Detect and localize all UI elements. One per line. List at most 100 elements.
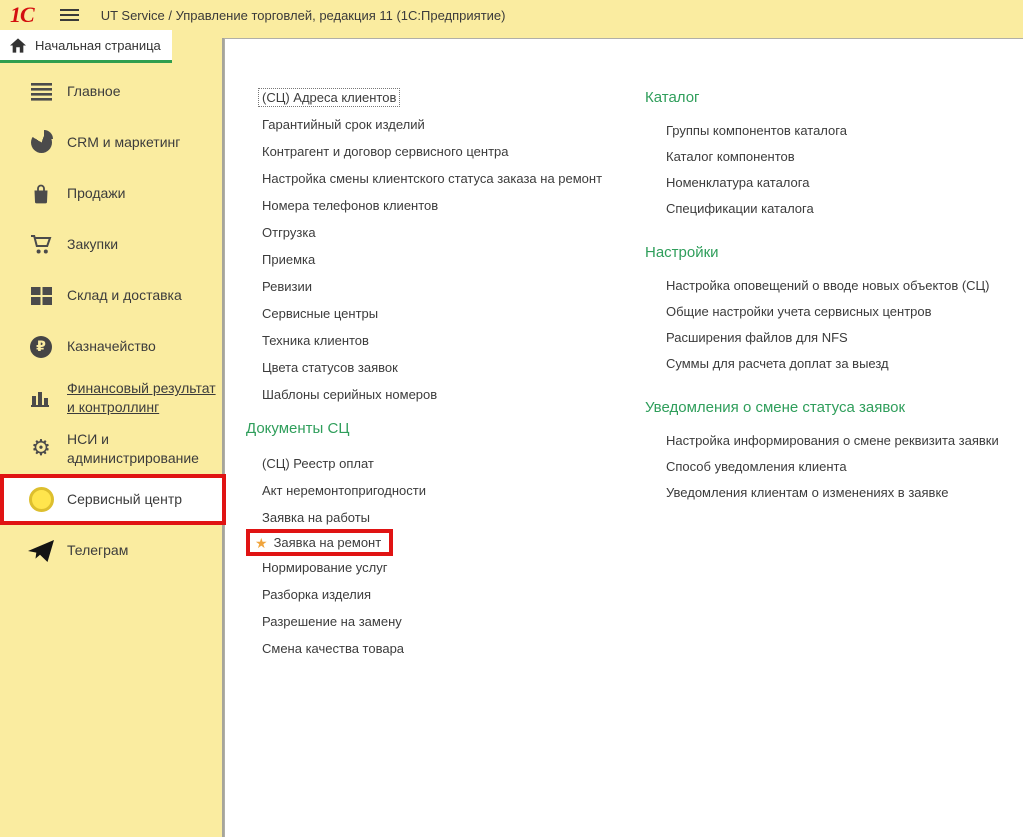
command-link-label: Настройка смены клиентского статуса зака… — [262, 171, 602, 186]
command-link-label: Номенклатура каталога — [666, 175, 809, 190]
command-link[interactable]: Цвета статусов заявок — [262, 354, 622, 381]
command-link-label: Акт неремонтопригодности — [262, 483, 426, 498]
command-link-label: Нормирование услуг — [262, 560, 387, 575]
section-header: Уведомления о смене статуса заявок — [645, 394, 1022, 421]
sidebar-item-finrez[interactable]: Финансовый результат и контроллинг — [0, 372, 222, 423]
command-link-label: Спецификации каталога — [666, 201, 814, 216]
command-link[interactable]: Номенклатура каталога — [666, 169, 1022, 195]
function-column-2: КаталогГруппы компонентов каталогаКатало… — [666, 84, 1022, 505]
sidebar-item-label: Казначейство — [67, 337, 162, 355]
ruble-circle-icon: ₽ — [28, 334, 54, 360]
command-link-label: Расширения файлов для NFS — [666, 330, 848, 345]
command-link[interactable]: Каталог компонентов — [666, 143, 1022, 169]
command-link-label: Отгрузка — [262, 225, 316, 240]
sidebar: Главное CRM и маркетинг Продажи Закупки Скла… — [0, 66, 222, 576]
pie-chart-icon — [28, 130, 54, 156]
hamburger-menu-icon[interactable] — [60, 6, 79, 24]
shopping-bag-icon — [28, 181, 54, 207]
command-link[interactable]: ★ Заявка на ремонт — [246, 529, 393, 556]
command-link[interactable]: Номера телефонов клиентов — [262, 192, 622, 219]
sidebar-item-label: Финансовый результат и контроллинг — [67, 379, 222, 415]
sidebar-divider — [222, 38, 224, 837]
command-link-label: Суммы для расчета доплат за выезд — [666, 356, 889, 371]
command-link[interactable]: Настройка информирования о смене реквизи… — [666, 427, 1022, 453]
command-link-label: Ревизии — [262, 279, 312, 294]
command-link[interactable]: Приемка — [262, 246, 622, 273]
command-link[interactable]: Контрагент и договор сервисного центра — [262, 138, 622, 165]
service-circle-icon — [28, 487, 54, 513]
command-link-label: Настройка оповещений о вводе новых объек… — [666, 278, 990, 293]
command-link-label: Общие настройки учета сервисных центров — [666, 304, 932, 319]
command-link[interactable]: Спецификации каталога — [666, 195, 1022, 221]
menu-lines-icon — [28, 79, 54, 105]
command-link[interactable]: Техника клиентов — [262, 327, 622, 354]
sidebar-item-prodazhi[interactable]: Продажи — [0, 168, 222, 219]
sidebar-item-telegram[interactable]: Телеграм — [0, 525, 222, 576]
section-header: Документы СЦ — [246, 415, 622, 442]
command-link[interactable]: Разборка изделия — [262, 581, 622, 608]
warehouse-grid-icon — [28, 283, 54, 309]
home-icon — [10, 38, 26, 53]
star-icon: ★ — [255, 536, 268, 550]
command-link-label: Контрагент и договор сервисного центра — [262, 144, 509, 159]
command-link-label: Группы компонентов каталога — [666, 123, 847, 138]
section-header: Настройки — [645, 239, 1022, 266]
command-link-label: Смена качества товара — [262, 641, 404, 656]
command-link-label: Сервисные центры — [262, 306, 378, 321]
sidebar-item-label: Закупки — [67, 235, 124, 253]
sidebar-item-label: Склад и доставка — [67, 286, 188, 304]
sidebar-item-zakupki[interactable]: Закупки — [0, 219, 222, 270]
sidebar-item-kazna[interactable]: ₽ Казначейство — [0, 321, 222, 372]
sidebar-item-label: Телеграм — [67, 541, 134, 559]
sidebar-item-service[interactable]: Сервисный центр — [0, 474, 226, 525]
command-link[interactable]: Смена качества товара — [262, 635, 622, 662]
sidebar-item-sklad[interactable]: Склад и доставка — [0, 270, 222, 321]
command-link[interactable]: Акт неремонтопригодности — [262, 477, 622, 504]
command-link-label: Техника клиентов — [262, 333, 369, 348]
function-column-1: (СЦ) Адреса клиентов Гарантийный срок изд… — [262, 84, 622, 662]
command-link[interactable]: Суммы для расчета доплат за выезд — [666, 350, 1022, 376]
sidebar-item-label: НСИ и администрирование — [67, 430, 222, 466]
bar-chart-icon — [28, 385, 54, 411]
command-link[interactable]: Сервисные центры — [262, 300, 622, 327]
command-link[interactable]: Способ уведомления клиента — [666, 453, 1022, 479]
sidebar-item-label: CRM и маркетинг — [67, 133, 186, 151]
command-link[interactable]: Разрешение на замену — [262, 608, 622, 635]
command-link-label: Разборка изделия — [262, 587, 371, 602]
sidebar-item-nsi[interactable]: ⚙НСИ и администрирование — [0, 423, 222, 474]
command-link[interactable]: Гарантийный срок изделий — [262, 111, 622, 138]
command-link[interactable]: Заявка на работы — [262, 504, 622, 531]
sidebar-item-glavnoe[interactable]: Главное — [0, 66, 222, 117]
command-link[interactable]: (СЦ) Реестр оплат — [262, 450, 622, 477]
command-link[interactable]: Отгрузка — [262, 219, 622, 246]
command-link-label: Способ уведомления клиента — [666, 459, 847, 474]
command-link[interactable]: Уведомления клиентам о изменениях в заяв… — [666, 479, 1022, 505]
command-link[interactable]: Общие настройки учета сервисных центров — [666, 298, 1022, 324]
command-link-label: Приемка — [262, 252, 315, 267]
command-link[interactable]: Настройка оповещений о вводе новых объек… — [666, 272, 1022, 298]
command-link-label: Гарантийный срок изделий — [262, 117, 425, 132]
sidebar-item-label: Продажи — [67, 184, 131, 202]
1c-logo-icon: 1С — [10, 1, 34, 29]
window-title: UT Service / Управление торговлей, редак… — [101, 8, 506, 23]
command-link-label: Номера телефонов клиентов — [262, 198, 438, 213]
command-link[interactable]: Нормирование услуг — [262, 554, 622, 581]
command-link-label: Заявка на ремонт — [274, 535, 382, 550]
command-link-label: Уведомления клиентам о изменениях в заяв… — [666, 485, 949, 500]
tab-home-page[interactable]: Начальная страница — [0, 30, 172, 63]
command-link[interactable]: Ревизии — [262, 273, 622, 300]
command-link-label: Заявка на работы — [262, 510, 370, 525]
command-link[interactable]: Группы компонентов каталога — [666, 117, 1022, 143]
command-link[interactable]: (СЦ) Адреса клиентов — [262, 84, 622, 111]
command-link[interactable]: Шаблоны серийных номеров — [262, 381, 622, 408]
tab-label: Начальная страница — [35, 38, 161, 53]
command-link[interactable]: Настройка смены клиентского статуса зака… — [262, 165, 622, 192]
command-link[interactable]: Расширения файлов для NFS — [666, 324, 1022, 350]
command-link-label: Шаблоны серийных номеров — [262, 387, 437, 402]
title-bar: 1С UT Service / Управление торговлей, ре… — [0, 0, 1023, 30]
section-header: Каталог — [645, 84, 1022, 111]
command-link-label: (СЦ) Адреса клиентов — [258, 88, 400, 107]
command-link-label: Цвета статусов заявок — [262, 360, 398, 375]
sidebar-item-crm[interactable]: CRM и маркетинг — [0, 117, 222, 168]
shopping-cart-icon — [28, 232, 54, 258]
